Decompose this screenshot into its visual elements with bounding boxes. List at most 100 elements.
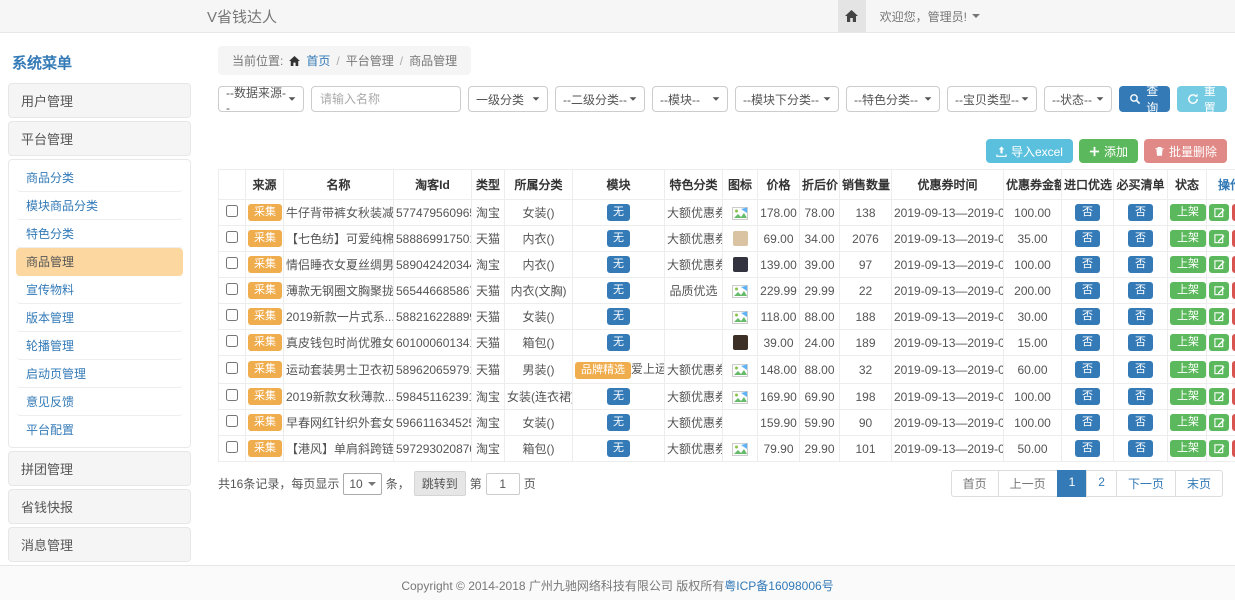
sidebar-item-version-management[interactable]: 版本管理 (16, 304, 183, 332)
type-cell: 淘宝 (472, 252, 505, 278)
must-buy-toggle-button[interactable]: 否 (1128, 282, 1153, 299)
status-button[interactable]: 上架 (1170, 414, 1206, 431)
sidebar-item-feedback[interactable]: 意见反馈 (16, 388, 183, 416)
level2-category-select[interactable]: --二级分类-- (555, 86, 645, 112)
name-input[interactable] (311, 86, 461, 112)
status-button[interactable]: 上架 (1170, 334, 1206, 351)
status-button[interactable]: 上架 (1170, 256, 1206, 273)
status-button[interactable]: 上架 (1170, 440, 1206, 457)
must-buy-toggle-button[interactable]: 否 (1128, 361, 1153, 378)
must-buy-toggle-button[interactable]: 否 (1128, 308, 1153, 325)
must-buy-toggle-button[interactable]: 否 (1128, 230, 1153, 247)
column-header-5: 所属分类 (505, 170, 573, 200)
row-checkbox[interactable] (226, 415, 238, 427)
edit-button[interactable] (1209, 388, 1229, 405)
action-bar: 导入excel 添加 批量删除 (218, 139, 1227, 163)
must-buy-toggle-button[interactable]: 否 (1128, 388, 1153, 405)
module-select[interactable]: --模块-- (652, 86, 728, 112)
sidebar-group-platform-management[interactable]: 平台管理 (8, 121, 191, 156)
user-menu[interactable]: 欢迎您，管理员! (880, 8, 980, 25)
feature-category-select[interactable]: --特色分类-- (846, 86, 940, 112)
imported-toggle-button[interactable]: 否 (1075, 388, 1100, 405)
sidebar-group-user-management[interactable]: 用户管理 (8, 83, 191, 118)
imported-toggle-button[interactable]: 否 (1075, 334, 1100, 351)
edit-button[interactable] (1209, 440, 1229, 457)
page-button-末页[interactable]: 末页 (1175, 470, 1223, 497)
must-buy-toggle-button[interactable]: 否 (1128, 334, 1153, 351)
reset-button[interactable]: 重置 (1177, 86, 1228, 112)
home-button[interactable] (838, 0, 866, 32)
must-buy-toggle-button[interactable]: 否 (1128, 414, 1153, 431)
edit-button[interactable] (1209, 361, 1229, 378)
row-checkbox[interactable] (226, 389, 238, 401)
sidebar-item-carousel-management[interactable]: 轮播管理 (16, 332, 183, 360)
data-source-select[interactable]: --数据来源-- (218, 86, 304, 112)
sidebar-item-product-management[interactable]: 商品管理 (16, 248, 183, 276)
sidebar-item-splash-page-management[interactable]: 启动页管理 (16, 360, 183, 388)
import-excel-button[interactable]: 导入excel (986, 139, 1073, 163)
status-button[interactable]: 上架 (1170, 230, 1206, 247)
edit-button[interactable] (1209, 256, 1229, 273)
row-checkbox[interactable] (226, 205, 238, 217)
sidebar-item-module-product-category[interactable]: 模块商品分类 (16, 192, 183, 220)
edit-button[interactable] (1209, 308, 1229, 325)
imported-toggle-button[interactable]: 否 (1075, 414, 1100, 431)
edit-button[interactable] (1209, 414, 1229, 431)
row-checkbox[interactable] (226, 362, 238, 374)
level1-category-select[interactable]: 一级分类 (468, 86, 548, 112)
page-button-上一页[interactable]: 上一页 (998, 470, 1058, 497)
sidebar-item-feature-category[interactable]: 特色分类 (16, 220, 183, 248)
caret-down-icon (925, 97, 932, 100)
sidebar-group-saving-express[interactable]: 省钱快报 (8, 489, 191, 524)
page-button-下一页[interactable]: 下一页 (1116, 470, 1176, 497)
edit-button[interactable] (1209, 230, 1229, 247)
imported-toggle-button[interactable]: 否 (1075, 308, 1100, 325)
breadcrumb-home-link[interactable]: 首页 (306, 52, 330, 69)
imported-toggle-button[interactable]: 否 (1075, 230, 1100, 247)
jump-button[interactable]: 跳转到 (414, 471, 466, 496)
sidebar-item-promo-material[interactable]: 宣传物料 (16, 276, 183, 304)
row-checkbox[interactable] (226, 257, 238, 269)
sidebar-group-message-management[interactable]: 消息管理 (8, 527, 191, 562)
imported-toggle-button[interactable]: 否 (1075, 204, 1100, 221)
add-button[interactable]: 添加 (1079, 139, 1138, 163)
row-checkbox[interactable] (226, 283, 238, 295)
module-sub-category-select[interactable]: --模块下分类-- (735, 86, 839, 112)
status-button[interactable]: 上架 (1170, 204, 1206, 221)
per-page-select[interactable]: 10 (343, 473, 381, 495)
row-checkbox[interactable] (226, 441, 238, 453)
must-buy-toggle-button[interactable]: 否 (1128, 440, 1153, 457)
icp-link[interactable]: 粤ICP备16098006号 (724, 579, 833, 593)
imported-toggle-button[interactable]: 否 (1075, 361, 1100, 378)
row-checkbox[interactable] (226, 335, 238, 347)
sidebar-item-product-category[interactable]: 商品分类 (16, 164, 183, 192)
edit-button[interactable] (1209, 334, 1229, 351)
sidebar-item-platform-config[interactable]: 平台配置 (16, 416, 183, 443)
row-checkbox[interactable] (226, 231, 238, 243)
imported-toggle-button[interactable]: 否 (1075, 282, 1100, 299)
must-buy-toggle-button[interactable]: 否 (1128, 204, 1153, 221)
item-type-select[interactable]: --宝贝类型-- (947, 86, 1037, 112)
status-button[interactable]: 上架 (1170, 282, 1206, 299)
image-icon (732, 205, 748, 219)
status-cell: 上架 (1168, 278, 1207, 304)
imported-toggle-button[interactable]: 否 (1075, 256, 1100, 273)
status-button[interactable]: 上架 (1170, 308, 1206, 325)
status-button[interactable]: 上架 (1170, 361, 1206, 378)
batch-delete-button[interactable]: 批量删除 (1144, 139, 1227, 163)
status-select[interactable]: --状态-- (1044, 86, 1112, 112)
edit-button[interactable] (1209, 204, 1229, 221)
search-button[interactable]: 查询 (1119, 86, 1170, 112)
imported-toggle-button[interactable]: 否 (1075, 440, 1100, 457)
page-button-首页[interactable]: 首页 (951, 470, 999, 497)
row-checkbox[interactable] (226, 309, 238, 321)
status-button[interactable]: 上架 (1170, 388, 1206, 405)
must-buy-cell: 否 (1114, 410, 1168, 436)
must-buy-toggle-button[interactable]: 否 (1128, 256, 1153, 273)
sidebar-group-group-buy-management[interactable]: 拼团管理 (8, 451, 191, 486)
taoke-id-cell: 588216228899 (394, 304, 472, 330)
page-number-input[interactable] (486, 473, 520, 495)
page-button-1[interactable]: 1 (1057, 470, 1088, 497)
page-button-2[interactable]: 2 (1086, 470, 1117, 497)
edit-button[interactable] (1209, 282, 1229, 299)
